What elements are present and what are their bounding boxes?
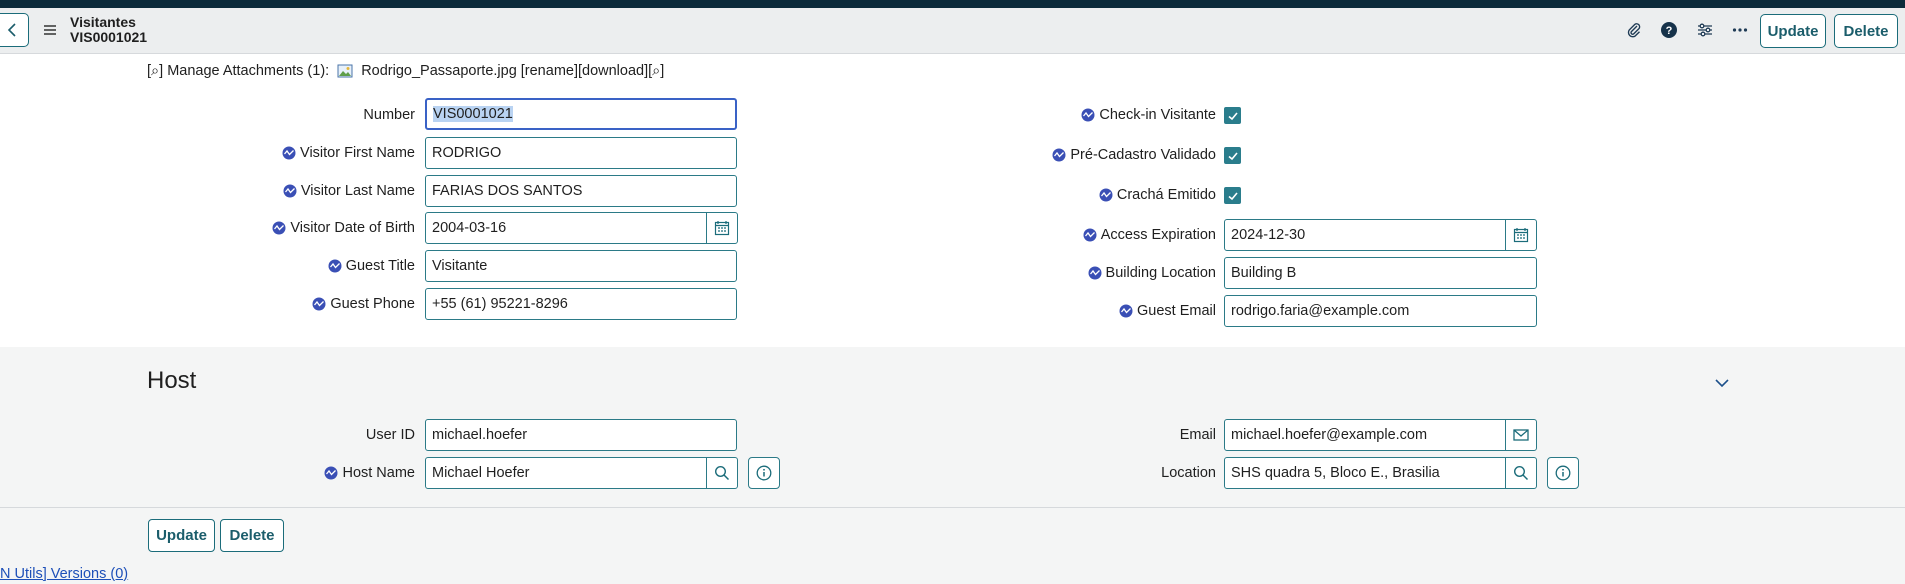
field-watcher-icon [312, 297, 326, 311]
calendar-icon [714, 221, 730, 236]
number-value: VIS0001021 [433, 106, 513, 122]
access-expiration-label: Access Expiration [1000, 219, 1216, 251]
collapse-chevron-icon[interactable] [1713, 374, 1731, 392]
location-lookup-button[interactable] [1505, 457, 1537, 489]
send-email-button[interactable] [1505, 419, 1537, 451]
checkin-checkbox[interactable] [1224, 107, 1241, 124]
svg-text:?: ? [1666, 25, 1673, 37]
number-label: Number [363, 107, 415, 123]
user-id-label: User ID [365, 427, 415, 443]
back-button[interactable] [0, 13, 29, 47]
field-watcher-icon [1119, 304, 1133, 318]
info-icon [756, 465, 772, 481]
field-watcher-icon [1088, 266, 1102, 280]
guest-title-label: Guest Title [190, 250, 415, 282]
header-update-button[interactable]: Update [1760, 14, 1826, 48]
access-expiration-calendar-button[interactable] [1505, 219, 1537, 251]
host-name-label: Host Name [190, 457, 415, 489]
field-watcher-icon [272, 221, 286, 235]
number-field[interactable]: VIS0001021 [425, 98, 737, 130]
field-watcher-icon [328, 259, 342, 273]
cracha-label: Crachá Emitido [1000, 179, 1216, 211]
guest-phone-field[interactable]: +55 (61) 95221-8296 [425, 288, 737, 320]
attachment-prefix[interactable]: [⌕] [147, 63, 163, 79]
visitor-dob-label: Visitor Date of Birth [190, 212, 415, 244]
precadastro-label: Pré-Cadastro Validado [1000, 139, 1216, 171]
image-file-icon [337, 64, 353, 78]
field-watcher-icon [324, 466, 338, 480]
host-email-field[interactable]: michael.hoefer@example.com [1224, 419, 1506, 451]
location-field[interactable]: SHS quadra 5, Bloco E., Brasilia [1224, 457, 1506, 489]
host-name-info-button[interactable] [748, 457, 780, 489]
calendar-icon [1513, 228, 1529, 243]
user-id-field[interactable]: michael.hoefer [425, 419, 737, 451]
attachments-bar: [⌕] Manage Attachments (1): Rodrigo_Pass… [147, 63, 664, 79]
footer-update-button[interactable]: Update [148, 519, 215, 552]
attachment-actions[interactable]: [rename][download][⌕] [521, 63, 665, 79]
chevron-left-icon [7, 23, 16, 37]
visitor-last-name-field[interactable]: FARIAS DOS SANTOS [425, 175, 737, 207]
search-icon [1513, 465, 1529, 481]
guest-email-field[interactable]: rodrigo.faria@example.com [1224, 295, 1537, 327]
host-section-title: Host [147, 367, 197, 394]
section-divider [0, 507, 1905, 508]
versions-link[interactable]: N Utils] Versions (0) [0, 566, 128, 582]
dob-calendar-button[interactable] [706, 212, 738, 244]
checkmark-icon [1227, 151, 1238, 160]
access-expiration-field[interactable]: 2024-12-30 [1224, 219, 1506, 251]
building-location-field[interactable]: Building B [1224, 257, 1537, 289]
guest-phone-label: Guest Phone [190, 288, 415, 320]
location-info-button[interactable] [1547, 457, 1579, 489]
checkin-label: Check-in Visitante [1000, 99, 1216, 131]
field-watcher-icon [1099, 188, 1113, 202]
field-watcher-icon [283, 184, 297, 198]
field-watcher-icon [1052, 148, 1066, 162]
field-watcher-icon [1081, 108, 1095, 122]
top-strip [0, 0, 1905, 8]
record-number: VIS0001021 [70, 29, 148, 45]
host-name-lookup-button[interactable] [706, 457, 738, 489]
help-icon[interactable]: ? [1658, 19, 1680, 41]
settings-sliders-icon[interactable] [1694, 19, 1716, 41]
attachment-file-name[interactable]: Rodrigo_Passaporte.jpg [361, 63, 517, 79]
info-icon [1555, 465, 1571, 481]
search-icon [714, 465, 730, 481]
building-location-label: Building Location [1000, 257, 1216, 289]
visitor-last-name-label: Visitor Last Name [190, 175, 415, 207]
paperclip-icon[interactable] [1623, 19, 1645, 41]
visitor-first-name-field[interactable]: RODRIGO [425, 137, 737, 169]
visitor-dob-field[interactable]: 2004-03-16 [425, 212, 707, 244]
footer-delete-button[interactable]: Delete [220, 519, 284, 552]
email-label: Email [1179, 427, 1216, 443]
precadastro-checkbox[interactable] [1224, 147, 1241, 164]
host-name-field[interactable]: Michael Hoefer [425, 457, 707, 489]
record-title: Visitantes VIS0001021 [70, 15, 147, 45]
guest-email-label: Guest Email [1000, 295, 1216, 327]
table-name: Visitantes [70, 14, 136, 30]
manage-attachments-link[interactable]: Manage Attachments (1): [167, 63, 329, 79]
location-label: Location [1161, 465, 1216, 481]
visitor-first-name-label: Visitor First Name [190, 137, 415, 169]
cracha-checkbox[interactable] [1224, 187, 1241, 204]
field-watcher-icon [1083, 228, 1097, 242]
header-delete-button[interactable]: Delete [1834, 14, 1898, 48]
more-options-icon[interactable] [1729, 19, 1751, 41]
field-watcher-icon [282, 146, 296, 160]
mail-icon [1513, 429, 1529, 441]
form-header: Visitantes VIS0001021 ? Update Delete [0, 8, 1905, 54]
guest-title-field[interactable]: Visitante [425, 250, 737, 282]
checkmark-icon [1227, 111, 1238, 120]
checkmark-icon [1227, 191, 1238, 200]
hamburger-menu-icon[interactable] [42, 22, 58, 38]
